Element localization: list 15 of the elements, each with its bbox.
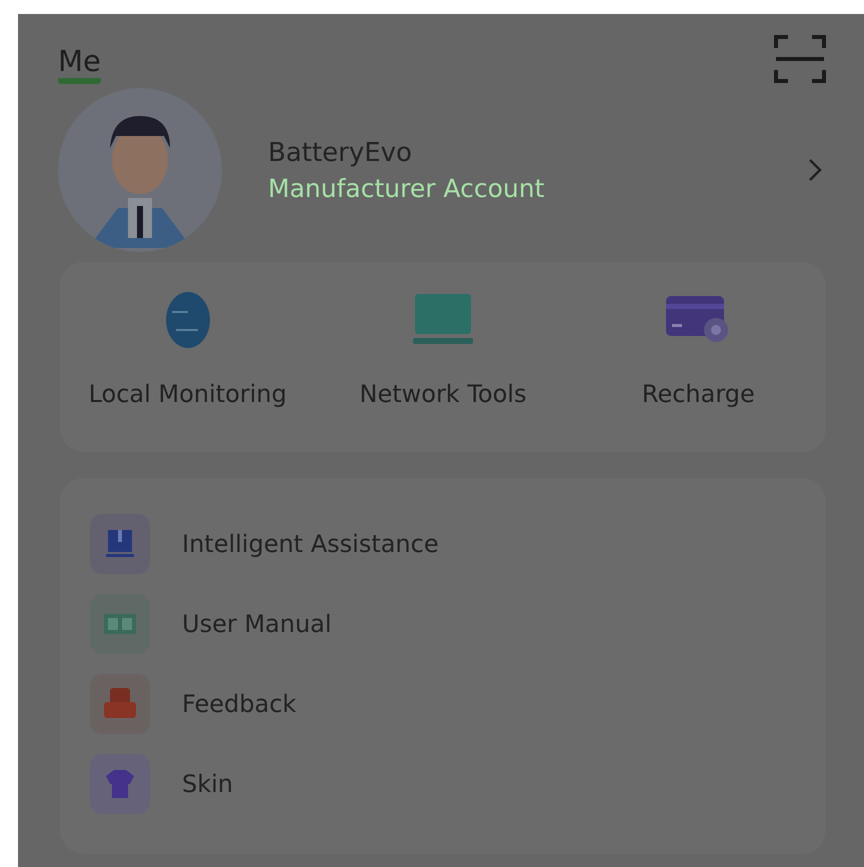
page-title: Me xyxy=(58,46,101,84)
menu-item[interactable]: User Manual xyxy=(182,610,332,638)
tool-button[interactable]: Recharge xyxy=(570,290,826,408)
user-name: BatteryEvo xyxy=(268,138,413,168)
chevron-right-icon[interactable] xyxy=(808,158,822,182)
tool-button[interactable]: Local Monitoring xyxy=(60,290,316,408)
menu-item[interactable]: Intelligent Assistance xyxy=(182,530,439,558)
book-icon xyxy=(90,514,150,574)
menu-item[interactable]: Skin xyxy=(182,770,234,798)
open-book-icon xyxy=(90,594,150,654)
tool-button[interactable]: Network Tools xyxy=(315,290,571,408)
shirt-icon xyxy=(90,754,150,814)
account-type: Manufacturer Account xyxy=(268,174,546,202)
menu-item[interactable]: Feedback xyxy=(182,690,296,718)
scan-icon[interactable] xyxy=(774,34,826,84)
